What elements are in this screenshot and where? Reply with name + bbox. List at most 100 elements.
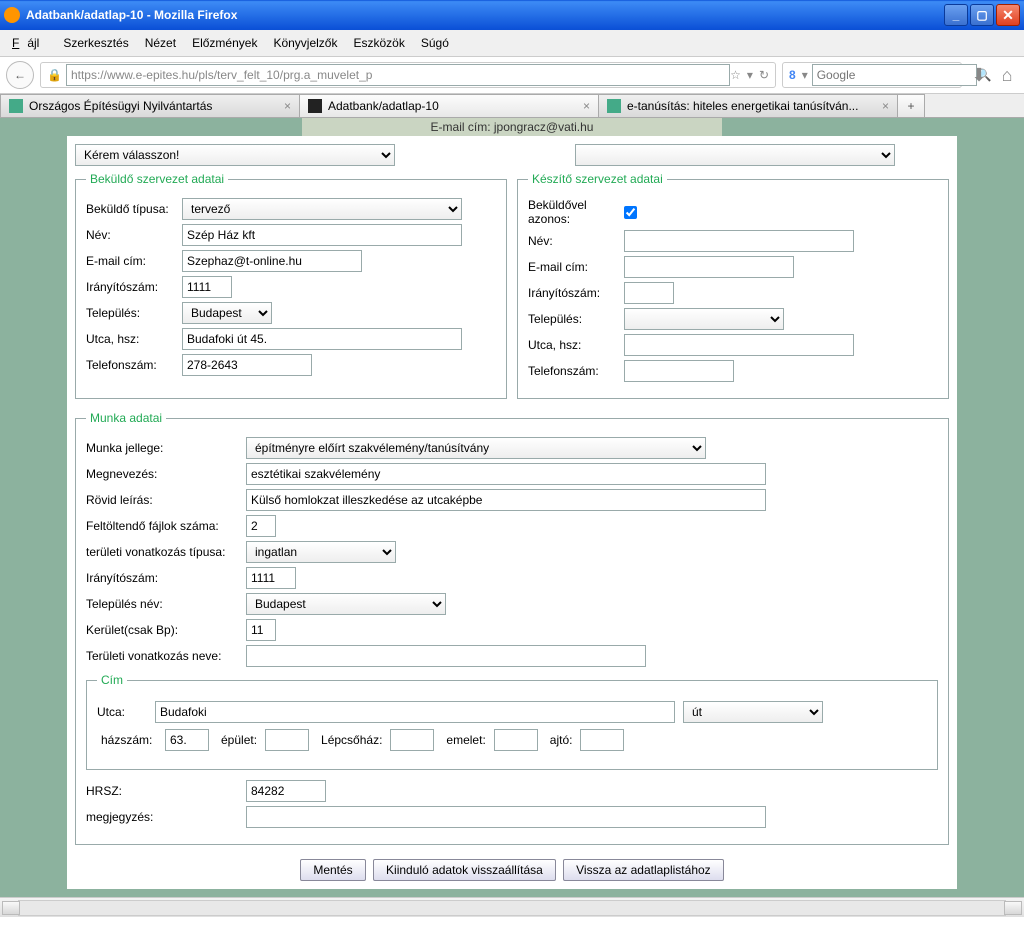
select-k-telepules[interactable] bbox=[624, 308, 784, 330]
top-select-left[interactable]: Kérem válasszon! bbox=[75, 144, 395, 166]
input-k-nev[interactable] bbox=[624, 230, 854, 252]
minimize-button[interactable]: _ bbox=[944, 4, 968, 26]
label-irsz: Irányítószám: bbox=[86, 280, 182, 294]
input-teruleti-nev[interactable] bbox=[246, 645, 646, 667]
tab-1[interactable]: Országos Építésügyi Nyilvántartás × bbox=[0, 94, 300, 117]
home-icon[interactable]: ⌂ bbox=[996, 64, 1018, 86]
input-telefon[interactable] bbox=[182, 354, 312, 376]
label-megnevezes: Megnevezés: bbox=[86, 467, 246, 481]
lock-icon: 🔒 bbox=[47, 68, 62, 82]
form-content: Kérem válasszon! Beküldő szervezet adata… bbox=[67, 136, 957, 889]
maximize-button[interactable]: ▢ bbox=[970, 4, 994, 26]
bekuldo-legend: Beküldő szervezet adatai bbox=[86, 172, 228, 186]
label-bekuldo-tipus: Beküldő típusa: bbox=[86, 202, 182, 216]
input-feltoltendo[interactable] bbox=[246, 515, 276, 537]
tab-2[interactable]: Adatbank/adatlap-10 × bbox=[299, 94, 599, 117]
google-icon: 8 bbox=[789, 68, 796, 82]
button-row: Mentés Kiinduló adatok visszaállítása Vi… bbox=[75, 859, 949, 881]
input-k-utca[interactable] bbox=[624, 334, 854, 356]
input-email[interactable] bbox=[182, 250, 362, 272]
label-munka-irsz: Irányítószám: bbox=[86, 571, 246, 585]
input-k-telefon[interactable] bbox=[624, 360, 734, 382]
nav-bar: ← 🔒 ☆ ▾ ↻ 8 ▾ 🔍 ⬇ ⌂ bbox=[0, 57, 1024, 94]
label-teruleti-nev: Területi vonatkozás neve: bbox=[86, 649, 246, 663]
menu-file[interactable]: Fájl bbox=[4, 32, 55, 54]
menu-view[interactable]: Nézet bbox=[137, 32, 184, 54]
label-bekuldovel: Beküldővel azonos: bbox=[528, 198, 624, 226]
input-lepcsohaz[interactable] bbox=[390, 729, 434, 751]
input-ajto[interactable] bbox=[580, 729, 624, 751]
label-feltoltendo: Feltöltendő fájlok száma: bbox=[86, 519, 246, 533]
menu-tools[interactable]: Eszközök bbox=[345, 32, 412, 54]
input-k-email[interactable] bbox=[624, 256, 794, 278]
input-kerulet[interactable] bbox=[246, 619, 276, 641]
star-icon[interactable]: ☆ bbox=[730, 68, 741, 82]
label-telepules: Település: bbox=[86, 306, 182, 320]
input-megnevezes[interactable] bbox=[246, 463, 766, 485]
tab-close-1[interactable]: × bbox=[284, 99, 291, 113]
menu-history[interactable]: Előzmények bbox=[184, 32, 265, 54]
select-munka-jellege[interactable]: építményre előírt szakvélemény/tanúsítvá… bbox=[246, 437, 706, 459]
input-rovid-leiras[interactable] bbox=[246, 489, 766, 511]
menu-help[interactable]: Súgó bbox=[413, 32, 457, 54]
label-email: E-mail cím: bbox=[86, 254, 182, 268]
select-telepules[interactable]: Budapest bbox=[182, 302, 272, 324]
input-megjegyzes[interactable] bbox=[246, 806, 766, 828]
label-ajto: ajtó: bbox=[550, 733, 573, 747]
input-utca-hsz[interactable] bbox=[182, 328, 462, 350]
label-kerulet: Kerület(csak Bp): bbox=[86, 623, 246, 637]
tab-title-3: e-tanúsítás: hiteles energetikai tanúsít… bbox=[627, 99, 876, 113]
download-icon[interactable]: ⬇ bbox=[968, 64, 990, 86]
input-munka-irsz[interactable] bbox=[246, 567, 296, 589]
input-nev[interactable] bbox=[182, 224, 462, 246]
checkbox-bekuldovel[interactable] bbox=[624, 206, 637, 219]
tab-close-3[interactable]: × bbox=[882, 99, 889, 113]
tab-title-2: Adatbank/adatlap-10 bbox=[328, 99, 577, 113]
horizontal-scrollbar[interactable] bbox=[18, 900, 1006, 916]
reload-icon[interactable]: ↻ bbox=[759, 68, 769, 82]
input-k-irsz[interactable] bbox=[624, 282, 674, 304]
window-controls: _ ▢ ✕ bbox=[944, 4, 1020, 26]
search-dropdown-icon[interactable]: ▾ bbox=[802, 68, 808, 82]
label-telepules-nev: Település név: bbox=[86, 597, 246, 611]
select-teruleti-tipus[interactable]: ingatlan bbox=[246, 541, 396, 563]
cim-legend: Cím bbox=[97, 673, 127, 687]
menu-edit[interactable]: Szerkesztés bbox=[55, 32, 136, 54]
search-bar[interactable]: 8 ▾ 🔍 bbox=[782, 62, 962, 88]
new-tab-button[interactable]: + bbox=[897, 94, 925, 117]
input-hrsz[interactable] bbox=[246, 780, 326, 802]
cim-fieldset: Cím Utca: út házszám: épület: Lépcsőház:… bbox=[86, 673, 938, 770]
back-list-button[interactable]: Vissza az adatlaplistához bbox=[563, 859, 724, 881]
reset-button[interactable]: Kiinduló adatok visszaállítása bbox=[373, 859, 556, 881]
tab-bar: Országos Építésügyi Nyilvántartás × Adat… bbox=[0, 94, 1024, 118]
tab-3[interactable]: e-tanúsítás: hiteles energetikai tanúsít… bbox=[598, 94, 898, 117]
select-telepules-nev[interactable]: Budapest bbox=[246, 593, 446, 615]
search-input[interactable] bbox=[812, 64, 977, 86]
tab-close-2[interactable]: × bbox=[583, 99, 590, 113]
input-utca-street[interactable] bbox=[155, 701, 675, 723]
tab-icon-3 bbox=[607, 99, 621, 113]
url-input[interactable] bbox=[66, 64, 730, 86]
input-emelet[interactable] bbox=[494, 729, 538, 751]
munka-fieldset: Munka adatai Munka jellege: építményre e… bbox=[75, 411, 949, 845]
input-irsz[interactable] bbox=[182, 276, 232, 298]
label-k-irsz: Irányítószám: bbox=[528, 286, 624, 300]
top-select-right[interactable] bbox=[575, 144, 895, 166]
select-utca-type[interactable]: út bbox=[683, 701, 823, 723]
select-bekuldo-tipus[interactable]: tervező bbox=[182, 198, 462, 220]
input-hazszam[interactable] bbox=[165, 729, 209, 751]
save-button[interactable]: Mentés bbox=[300, 859, 365, 881]
input-epulet[interactable] bbox=[265, 729, 309, 751]
url-bar[interactable]: 🔒 ☆ ▾ ↻ bbox=[40, 62, 776, 88]
firefox-icon bbox=[4, 7, 20, 23]
close-button[interactable]: ✕ bbox=[996, 4, 1020, 26]
label-k-nev: Név: bbox=[528, 234, 624, 248]
label-k-email: E-mail cím: bbox=[528, 260, 624, 274]
dropdown-icon[interactable]: ▾ bbox=[747, 68, 753, 82]
label-epulet: épület: bbox=[221, 733, 257, 747]
back-button[interactable]: ← bbox=[6, 61, 34, 89]
label-k-utca: Utca, hsz: bbox=[528, 338, 624, 352]
label-utca: Utca: bbox=[97, 705, 147, 719]
menu-bookmarks[interactable]: Könyvjelzők bbox=[265, 32, 345, 54]
tab-icon-2 bbox=[308, 99, 322, 113]
